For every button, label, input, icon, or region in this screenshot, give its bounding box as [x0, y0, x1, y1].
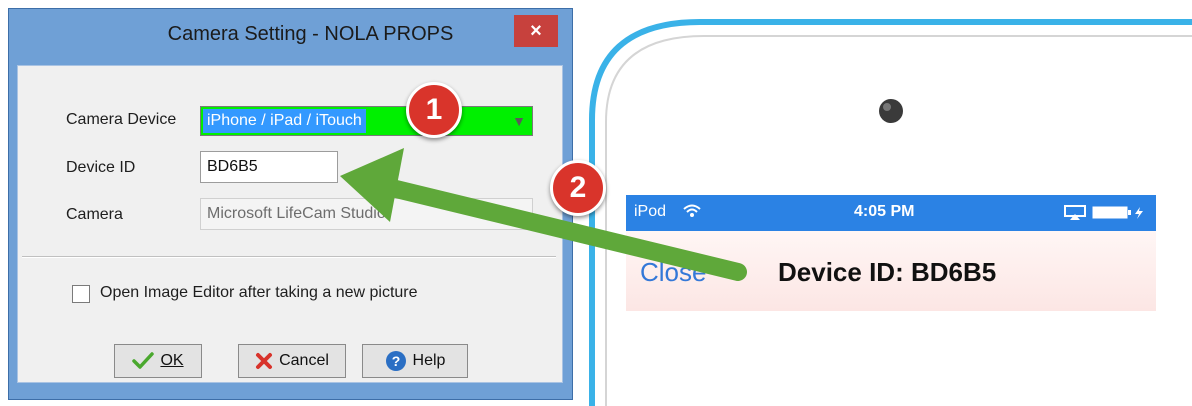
close-link[interactable]: Close: [640, 257, 706, 288]
battery-icon: [1092, 206, 1143, 219]
device-id-title: Device ID: BD6B5: [778, 257, 997, 287]
carrier-label: iPod: [634, 203, 667, 220]
status-time: 4:05 PM: [854, 203, 915, 220]
ipod-status-bar: iPod 4:05 PM: [626, 195, 1156, 231]
camera-lens-icon: [879, 99, 903, 123]
step-2-badge: 2: [550, 160, 606, 216]
airplay-icon: [1064, 205, 1086, 220]
step-1-badge: 1: [406, 82, 462, 138]
ipod-app-screen: Close Device ID: BD6B5: [626, 231, 1156, 311]
wifi-icon: [683, 204, 701, 217]
